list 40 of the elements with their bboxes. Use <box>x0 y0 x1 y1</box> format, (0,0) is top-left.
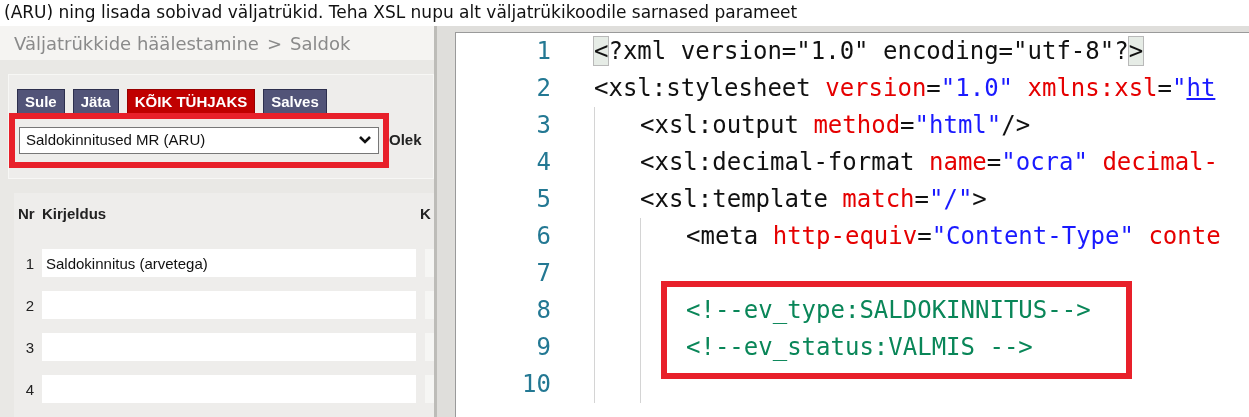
line-number: 8 <box>535 295 551 326</box>
line-number: 6 <box>535 221 551 252</box>
column-header: Nr <box>18 203 36 224</box>
chevron-down-icon <box>358 135 372 146</box>
line-number: 2 <box>535 73 551 104</box>
line-number: 4 <box>535 147 551 178</box>
column-header: Kirjeldus <box>42 203 108 224</box>
line-number: 10 <box>521 369 551 400</box>
status-label: Olek <box>389 130 422 150</box>
line-number: 7 <box>535 258 551 289</box>
code-line: <!--ev_status:VALMIS --> <box>686 332 1033 363</box>
toolbar-button[interactable]: Sule <box>17 89 65 115</box>
report-select[interactable]: Saldokinnitused MR (ARU) <box>19 127 379 154</box>
code-line: <!--ev_type:SALDOKINNITUS--> <box>686 295 1091 326</box>
row-number: 2 <box>24 296 36 316</box>
code-line: <xsl:stylesheet version="1.0" xmlns:xsl="ht <box>594 73 1216 104</box>
description-field[interactable]: Saldokinnitus (arvetega) <box>42 249 416 277</box>
breadcrumb-separator: > <box>266 31 283 56</box>
line-number: 5 <box>535 184 551 215</box>
column-header: K <box>420 203 431 224</box>
row-number: 1 <box>24 254 36 274</box>
select-value: Saldokinnitused MR (ARU) <box>26 130 206 150</box>
toolbar-button[interactable]: Salves <box>263 89 327 115</box>
table-field[interactable] <box>425 375 434 403</box>
table-field[interactable] <box>425 291 434 319</box>
code-line: <xsl:output method="html"/> <box>640 110 1031 141</box>
toolbar-button[interactable]: Jäta <box>72 89 119 115</box>
code-line: <meta http-equiv="Content-Type" conte <box>686 221 1221 252</box>
row-number: 4 <box>24 380 36 400</box>
intro-text: (ARU) ning lisada sobivad väljatrükid. Teha XSL nupu alt väljatrükikoodile sarnased parameet <box>3 1 799 24</box>
table-field[interactable] <box>425 249 434 277</box>
line-number: 1 <box>535 36 551 67</box>
line-number: 9 <box>535 332 551 363</box>
row-number: 3 <box>24 338 36 358</box>
code-line: <?xml version="1.0" encoding="utf-8"?> <box>594 36 1144 67</box>
toolbar-button[interactable]: KÕIK TÜHJAKS <box>126 89 256 115</box>
line-number: 3 <box>535 110 551 141</box>
code-line: <xsl:template match="/"> <box>640 184 987 215</box>
code-line: <xsl:decimal-format name="ocra" decimal- <box>640 147 1218 178</box>
table-field[interactable] <box>425 333 434 361</box>
